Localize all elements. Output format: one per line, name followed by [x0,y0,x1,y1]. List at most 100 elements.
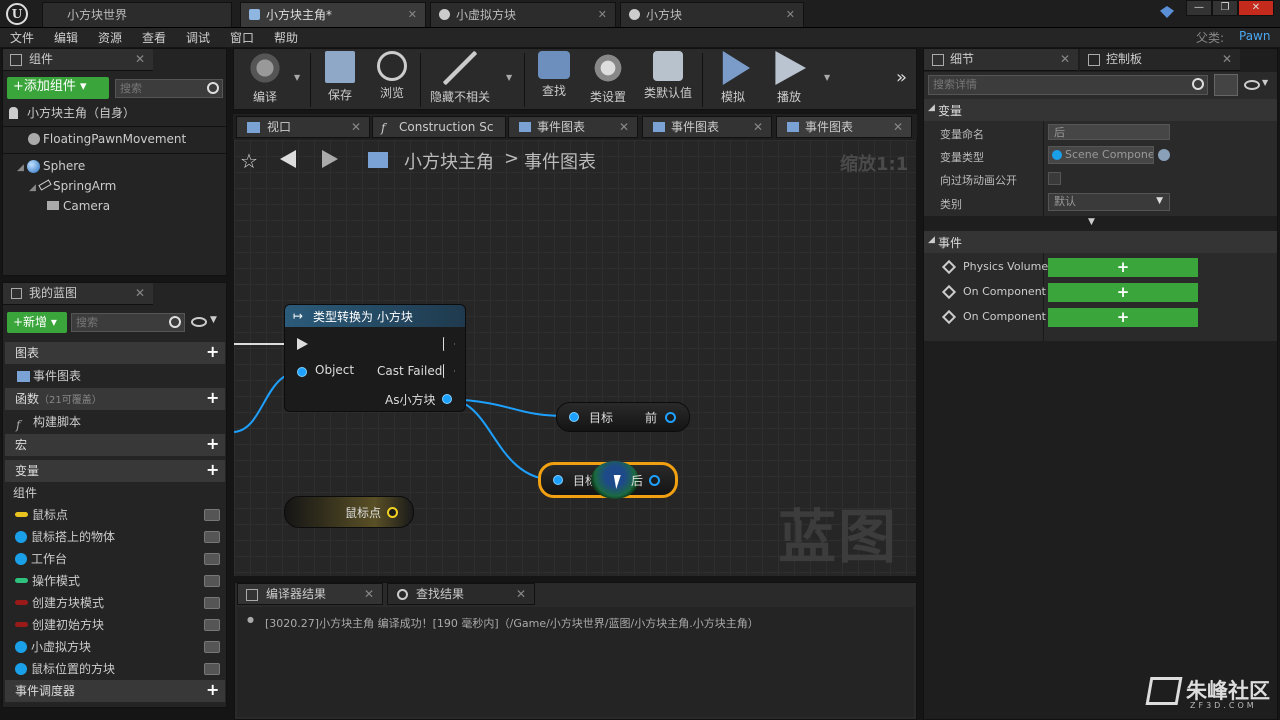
tab-virtual-cube[interactable]: 小虚拟方块 ✕ [430,2,616,27]
add-macro-icon[interactable]: + [206,436,219,452]
components-tab[interactable]: 组件 ✕ [3,49,153,71]
chevron-down-icon[interactable]: ▼ [210,315,217,325]
section-macros[interactable]: 宏 + [5,434,225,456]
component-self[interactable]: 小方块主角（自身） [3,103,226,123]
details-search-input[interactable]: 搜索详情 [928,75,1208,95]
browse-button[interactable]: 浏览 [368,51,416,101]
menu-edit[interactable]: 编辑 [54,29,78,46]
object-in-pin[interactable] [297,367,307,377]
cast-failed-pin[interactable] [443,364,455,378]
menu-debug[interactable]: 调试 [186,29,210,46]
blueprint-search-input[interactable]: 搜索 [71,313,185,332]
visibility-toggle-icon[interactable] [204,575,220,587]
close-icon[interactable]: ✕ [619,117,629,138]
var-name-input[interactable]: 后 [1048,124,1170,140]
section-event-dispatchers[interactable]: 事件调度器 + [5,680,225,702]
expand-arrow-icon[interactable]: ◢ [29,178,36,198]
variable-group-components[interactable]: 组件 [3,483,226,503]
close-icon[interactable]: ✕ [786,3,795,27]
target-in-pin[interactable] [569,412,579,422]
details-tab[interactable]: 细节 ✕ [924,49,1078,71]
maximize-button[interactable]: ❐ [1212,0,1238,16]
visibility-toggle-icon[interactable] [204,597,220,609]
section-variable[interactable]: ◢ 变量 [924,99,1277,121]
compile-button[interactable]: 编译 [240,51,290,105]
front-out-pin[interactable] [665,412,676,423]
chevron-down-icon[interactable]: ▼ [294,73,300,82]
grid-view-icon[interactable] [1214,74,1238,96]
menu-help[interactable]: 帮助 [274,29,298,46]
close-icon[interactable]: ✕ [351,117,361,138]
advanced-expand-icon[interactable]: ▼ [1088,217,1095,227]
add-event-button[interactable]: + [1048,283,1198,302]
collapse-arrow-icon[interactable]: ◢ [928,235,935,245]
play-button[interactable]: 播放 [764,51,814,105]
visibility-toggle-icon[interactable] [204,531,220,543]
variable-item[interactable]: 操作模式 [3,571,226,591]
menu-view[interactable]: 查看 [142,29,166,46]
chevron-down-icon[interactable]: ▼ [506,73,512,82]
variable-item[interactable]: 工作台 [3,549,226,569]
close-icon[interactable]: ✕ [135,49,145,70]
components-search-input[interactable]: 搜索 [115,79,223,98]
variable-item[interactable]: 小虚拟方块 [3,637,226,657]
tab-compiler-results[interactable]: 编译器结果 ✕ [237,583,383,605]
add-component-button[interactable]: +添加组件 ▾ [7,77,109,99]
menu-window[interactable]: 窗口 [230,29,254,46]
variable-item[interactable]: 鼠标点 [3,505,226,525]
visibility-toggle-icon[interactable] [204,553,220,565]
section-variables[interactable]: 变量 + [5,460,225,482]
list-item-event-graph[interactable]: 事件图表 [3,366,226,386]
tab-event-graph-2[interactable]: 事件图表 ✕ [642,116,772,138]
parent-class-link[interactable]: Pawn [1239,29,1270,43]
section-events[interactable]: ◢ 事件 [924,231,1277,253]
class-defaults-button[interactable]: 类默认值 [638,51,698,101]
visibility-toggle-icon[interactable] [204,663,220,675]
minimize-button[interactable]: — [1186,0,1212,16]
back-out-pin[interactable] [649,475,660,486]
class-settings-button[interactable]: 类设置 [584,51,632,105]
menu-file[interactable]: 文件 [10,29,34,46]
close-icon[interactable]: ✕ [364,584,374,605]
component-camera[interactable]: Camera [3,196,226,216]
save-button[interactable]: 保存 [316,51,364,103]
category-select[interactable]: 默认 ▼ [1048,193,1170,211]
feedback-icon[interactable] [1160,6,1174,18]
tab-find-results[interactable]: 查找结果 ✕ [387,583,535,605]
tab-cube[interactable]: 小方块 ✕ [620,2,804,27]
close-icon[interactable]: ✕ [135,283,145,304]
variable-item[interactable]: 创建方块模式 [3,593,226,613]
add-event-button[interactable]: + [1048,308,1198,327]
close-icon[interactable]: ✕ [598,3,607,27]
component-springarm[interactable]: ◢ SpringArm [3,176,226,196]
cast-node[interactable]: ↦ 类型转换为 小方块 Object Cast Failed As小方块 [284,304,466,412]
tab-construction-script[interactable]: f Construction Sc [372,116,506,138]
collapse-arrow-icon[interactable]: ◢ [928,103,935,113]
variable-item[interactable]: 创建初始方块 [3,615,226,635]
more-options-icon[interactable]: » [896,67,907,88]
chevron-down-icon[interactable]: ▼ [824,73,830,82]
find-button[interactable]: 查找 [530,51,578,99]
expand-arrow-icon[interactable]: ◢ [17,158,24,178]
visibility-toggle-icon[interactable] [204,619,220,631]
eye-icon[interactable] [1244,80,1260,90]
component-sphere[interactable]: ◢ Sphere [3,156,226,176]
visibility-toggle-icon[interactable] [204,509,220,521]
palette-tab[interactable]: 控制板 ✕ [1080,49,1240,71]
chevron-down-icon[interactable]: ▼ [1262,78,1268,87]
add-dispatcher-icon[interactable]: + [206,682,219,698]
expose-cinematics-checkbox[interactable] [1048,172,1061,185]
add-function-icon[interactable]: + [206,390,219,406]
variable-item[interactable]: 鼠标位置的方块 [3,659,226,679]
exec-in-pin[interactable] [297,338,308,350]
visibility-toggle-icon[interactable] [204,641,220,653]
tab-event-graph-1[interactable]: 事件图表 ✕ [508,116,638,138]
section-graphs[interactable]: 图表 + [5,342,225,364]
exec-out-pin[interactable] [443,337,455,351]
close-icon[interactable]: ✕ [1060,49,1070,70]
tab-viewport[interactable]: 视口 ✕ [236,116,370,138]
get-front-node[interactable]: 目标 前 [556,402,690,432]
add-event-button[interactable]: + [1048,258,1198,277]
add-variable-icon[interactable]: + [206,462,219,478]
close-icon[interactable]: ✕ [408,3,417,27]
